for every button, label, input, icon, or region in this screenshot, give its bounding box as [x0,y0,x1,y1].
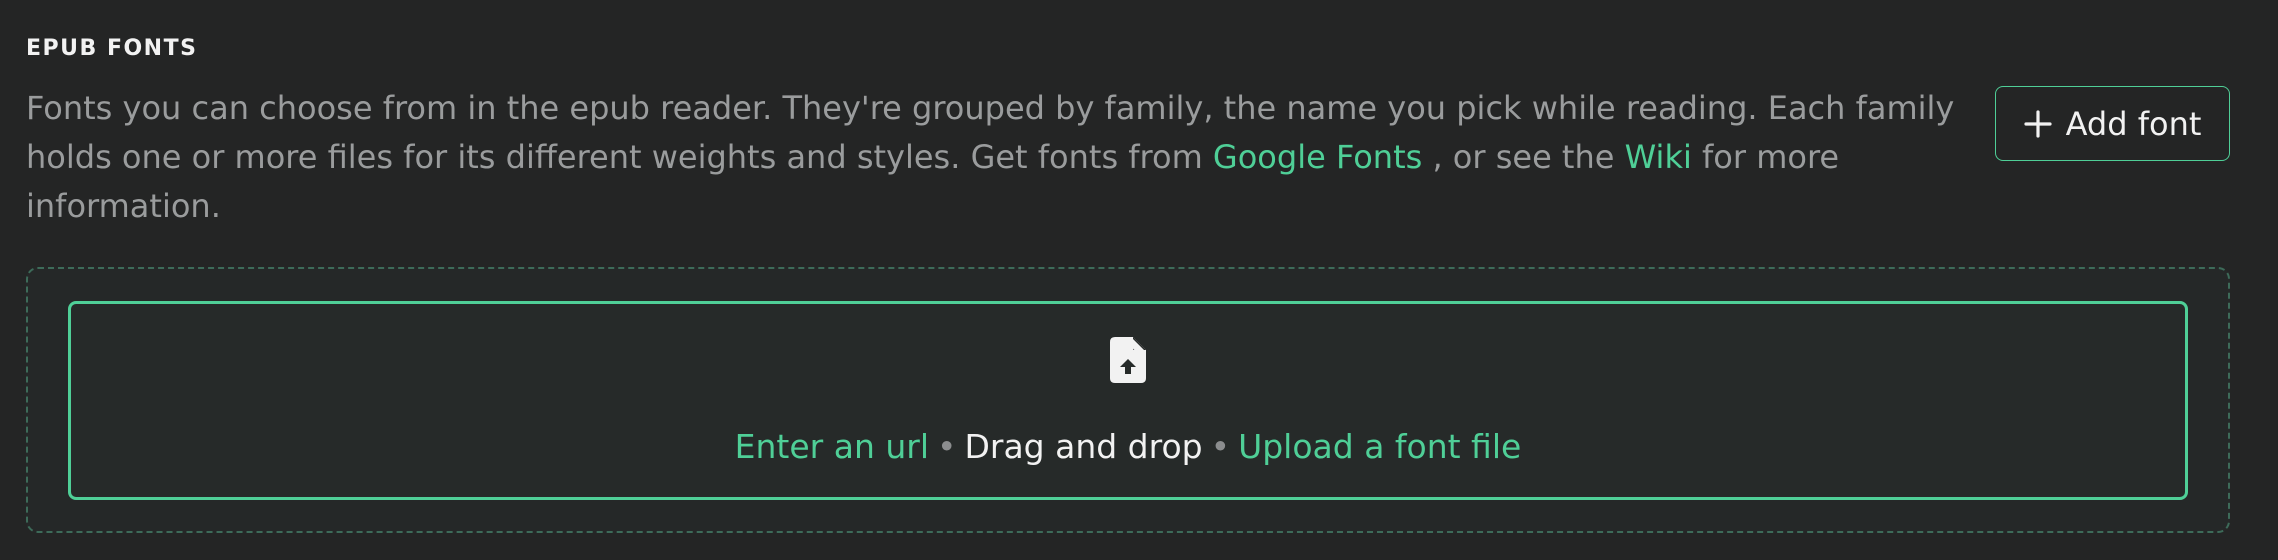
wiki-link[interactable]: Wiki [1625,138,1692,176]
section-description: Fonts you can choose from in the epub re… [26,84,1966,231]
file-upload-icon [1110,337,1146,383]
drag-drop-label: Drag and drop [964,427,1203,466]
description-text-middle: , or see the [1422,138,1625,176]
separator-dot: • [1210,427,1231,466]
add-font-button[interactable]: Add font [1995,86,2230,161]
dropzone-actions: Enter an url • Drag and drop • Upload a font… [68,418,2188,476]
upload-font-file-link[interactable]: Upload a font file [1238,427,1521,466]
section-title: EPUB FONTS [26,36,198,61]
plus-icon [2023,109,2052,138]
separator-dot: • [937,427,957,466]
google-fonts-link[interactable]: Google Fonts [1213,138,1422,176]
enter-url-link[interactable]: Enter an url [735,427,929,466]
add-font-label: Add font [2065,104,2202,143]
epub-fonts-section: EPUB FONTS Fonts you can choose from in … [0,0,2278,560]
